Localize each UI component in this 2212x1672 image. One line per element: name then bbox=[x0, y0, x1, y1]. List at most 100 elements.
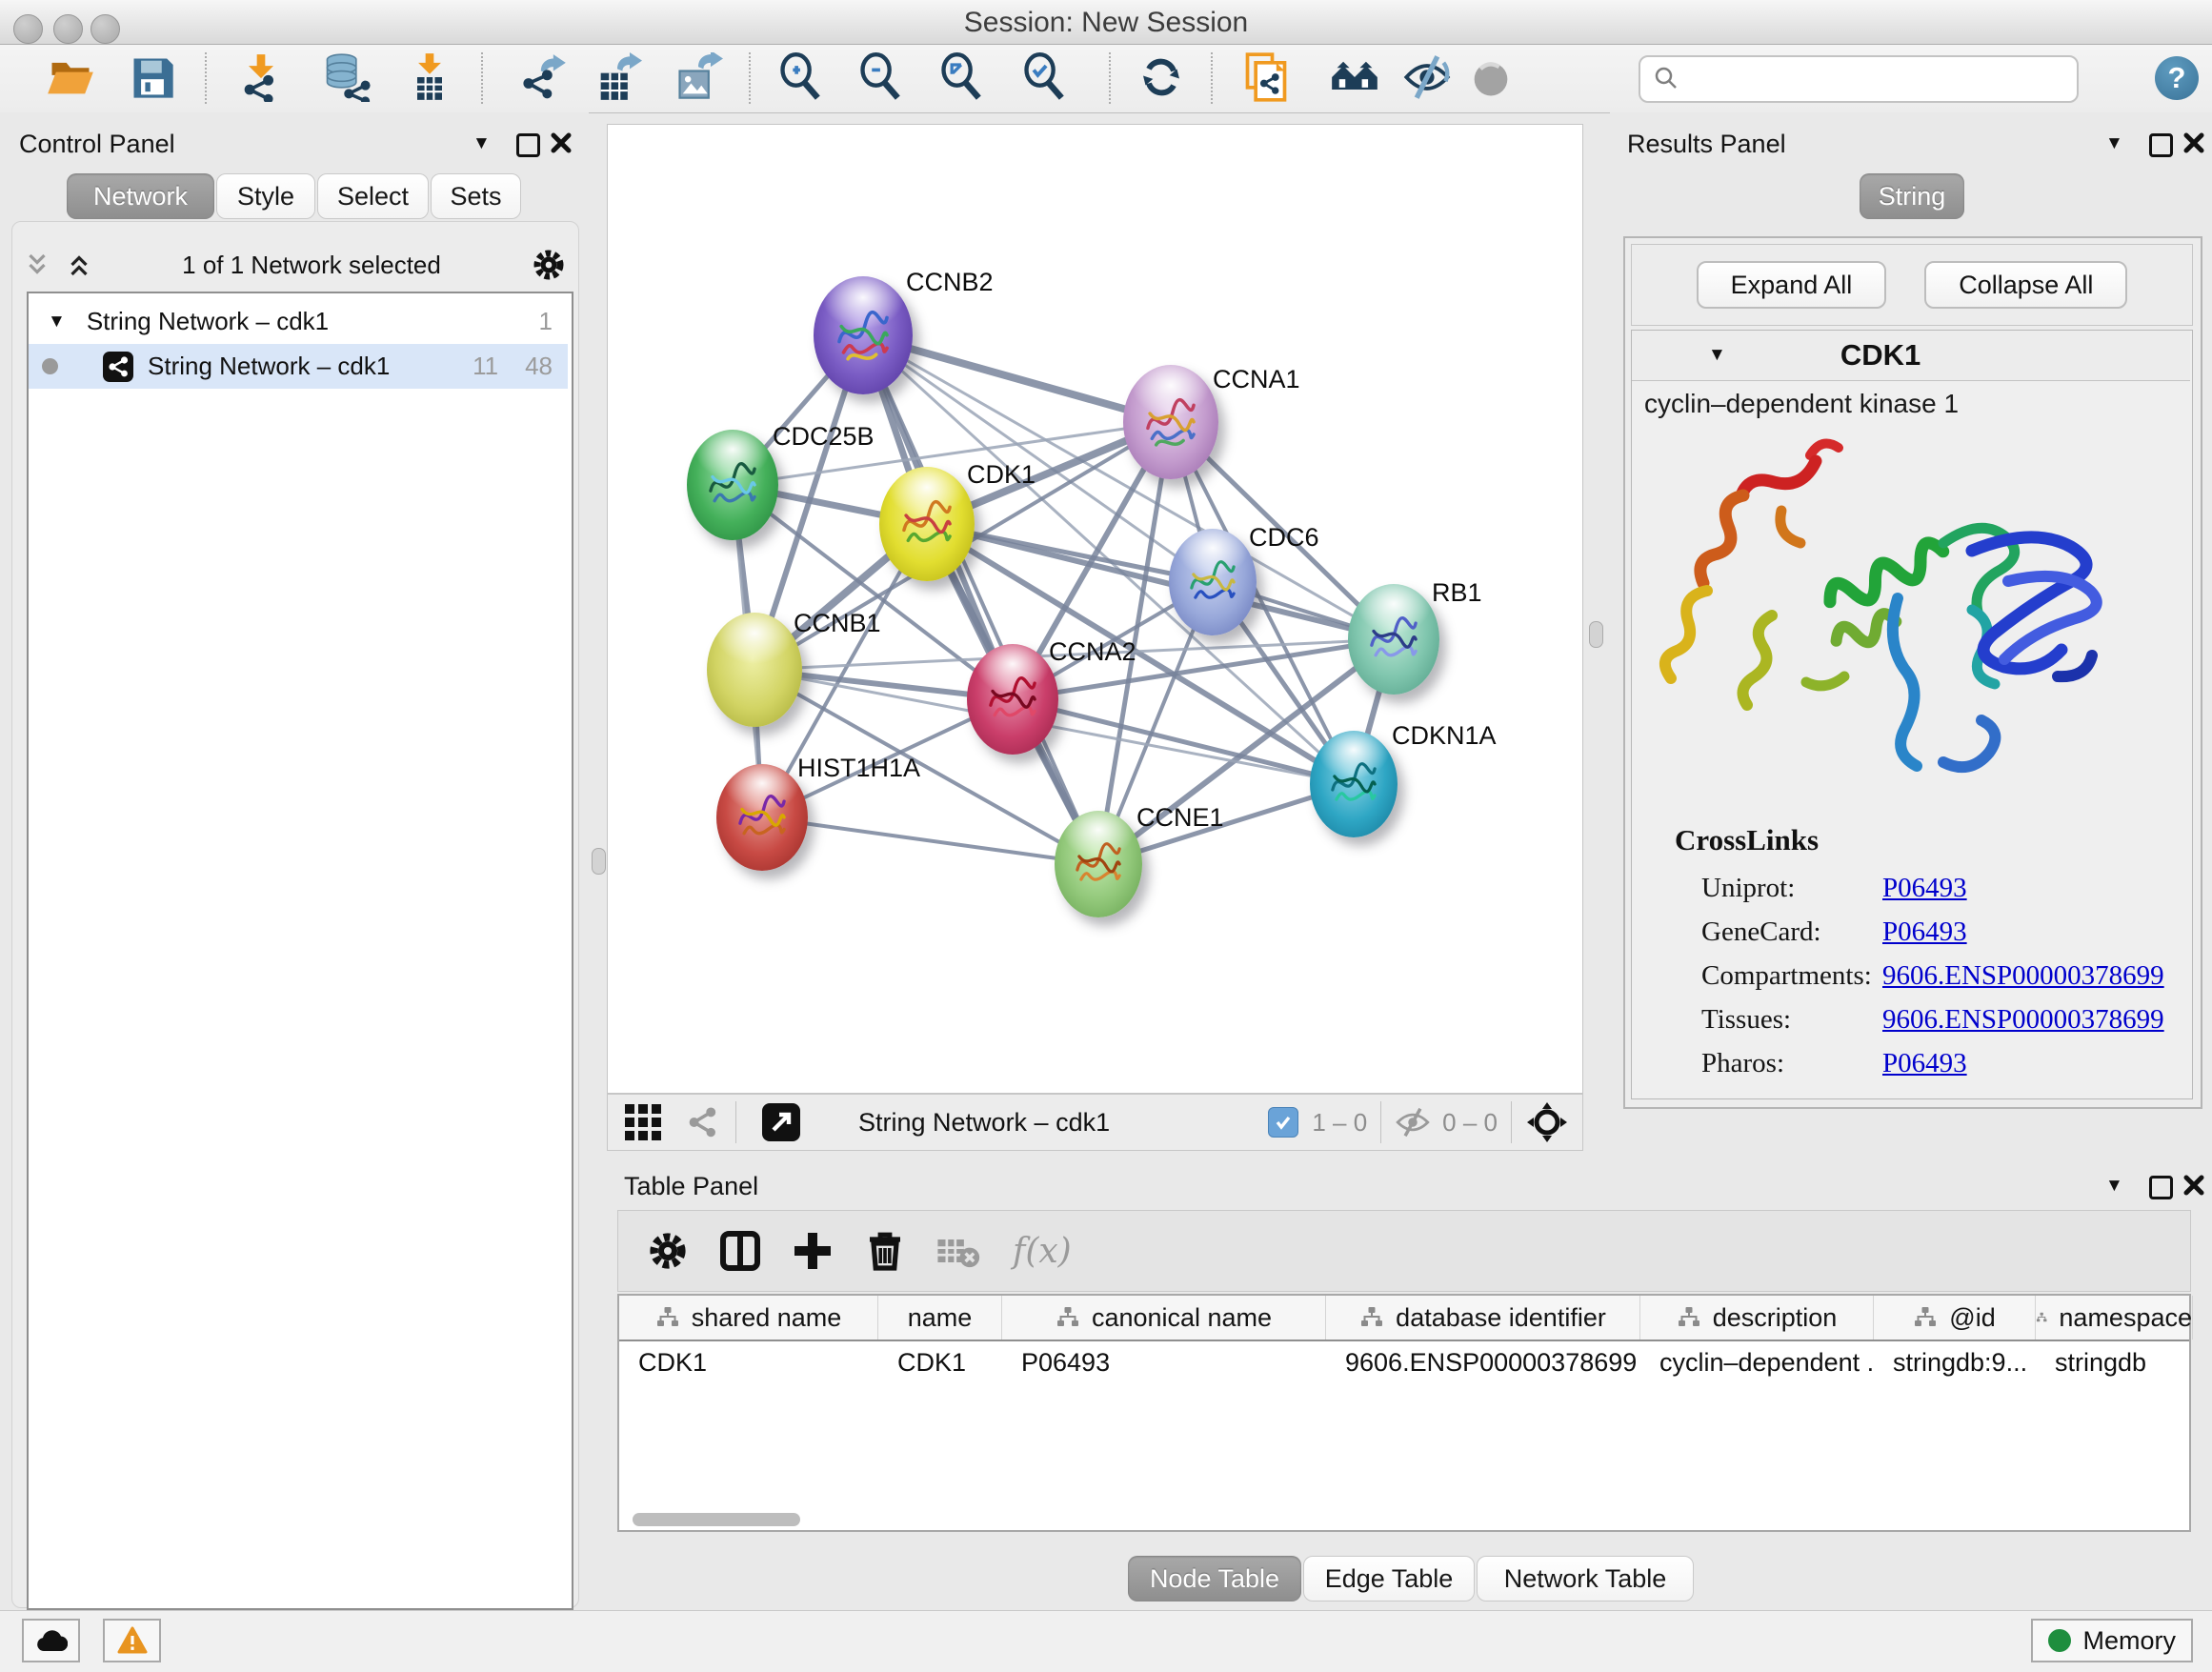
cell-namespace[interactable]: stringdb bbox=[2036, 1341, 2193, 1383]
cloud-button[interactable] bbox=[22, 1619, 80, 1662]
table-options-gear-icon[interactable] bbox=[645, 1228, 691, 1274]
cell-description[interactable]: cyclin–dependent ... bbox=[1640, 1341, 1874, 1383]
column-header-name[interactable]: name bbox=[878, 1296, 1002, 1340]
network-node-CDC25B[interactable] bbox=[687, 430, 778, 540]
panel-close-icon[interactable] bbox=[2182, 1174, 2205, 1197]
column-header-shared-name[interactable]: shared name bbox=[619, 1296, 878, 1340]
cell-name[interactable]: CDK1 bbox=[878, 1341, 1002, 1383]
tab-network-table[interactable]: Network Table bbox=[1477, 1556, 1694, 1601]
column-header-@id[interactable]: @id bbox=[1874, 1296, 2036, 1340]
warning-button[interactable] bbox=[103, 1619, 161, 1662]
tab-network[interactable]: Network bbox=[67, 173, 214, 219]
entry-collapse-icon[interactable]: ▼ bbox=[1708, 345, 1726, 366]
selected-nodes-checkbox[interactable] bbox=[1268, 1107, 1298, 1138]
right-splitter-handle[interactable] bbox=[1589, 621, 1603, 648]
cell-canonical-name[interactable]: P06493 bbox=[1002, 1341, 1326, 1383]
tab-node-table[interactable]: Node Table bbox=[1128, 1556, 1301, 1601]
left-splitter-handle[interactable] bbox=[592, 848, 606, 875]
help-button[interactable]: ? bbox=[2155, 56, 2199, 100]
tab-style[interactable]: Style bbox=[216, 173, 315, 219]
network-node-RB1[interactable] bbox=[1348, 584, 1439, 695]
zoom-out-icon[interactable] bbox=[856, 52, 906, 102]
crosslink-link[interactable]: P06493 bbox=[1882, 917, 1967, 948]
tab-string[interactable]: String bbox=[1860, 173, 1964, 219]
network-node-CCNA1[interactable] bbox=[1123, 365, 1218, 479]
panel-float-icon[interactable] bbox=[2149, 133, 2173, 157]
edge-cdk1-rb1[interactable] bbox=[927, 524, 1394, 639]
tab-select[interactable]: Select bbox=[317, 173, 429, 219]
crosslink-link[interactable]: P06493 bbox=[1882, 873, 1967, 904]
network-node-CCNB1[interactable] bbox=[707, 613, 802, 727]
panel-close-icon[interactable] bbox=[550, 131, 573, 154]
delete-table-icon[interactable] bbox=[935, 1228, 980, 1274]
zoom-in-icon[interactable] bbox=[776, 52, 826, 102]
panel-menu-caret-icon[interactable]: ▼ bbox=[2105, 1176, 2123, 1197]
network-options-gear-icon[interactable] bbox=[530, 246, 568, 284]
toolbar-separator bbox=[1109, 52, 1111, 104]
network-node-CCNA2[interactable] bbox=[967, 644, 1058, 755]
search-input[interactable] bbox=[1639, 55, 2079, 103]
open-session-icon[interactable] bbox=[46, 52, 95, 102]
panel-menu-caret-icon[interactable]: ▼ bbox=[2105, 133, 2123, 154]
tree-collapse-icon[interactable]: ▼ bbox=[48, 312, 66, 332]
column-header-canonical-name[interactable]: canonical name bbox=[1002, 1296, 1326, 1340]
network-node-CDC6[interactable] bbox=[1169, 529, 1257, 635]
zoom-fit-icon[interactable] bbox=[937, 52, 987, 102]
string-home-icon[interactable] bbox=[1330, 52, 1379, 102]
crosslink-link[interactable]: P06493 bbox=[1882, 1048, 1967, 1079]
panel-menu-caret-icon[interactable]: ▼ bbox=[473, 133, 491, 154]
show-columns-icon[interactable] bbox=[717, 1228, 763, 1274]
tab-sets[interactable]: Sets bbox=[431, 173, 521, 219]
expand-all-chevron-icon[interactable] bbox=[65, 251, 93, 279]
hide-selected-eye-slash-icon[interactable] bbox=[1402, 52, 1452, 102]
panel-float-icon[interactable] bbox=[516, 133, 540, 157]
network-node-CCNB2[interactable] bbox=[814, 276, 913, 394]
import-table-file-icon[interactable] bbox=[405, 52, 454, 102]
network-node-CDK1[interactable] bbox=[879, 467, 975, 581]
column-header-namespace[interactable]: namespace bbox=[2036, 1296, 2193, 1340]
open-in-window-icon[interactable] bbox=[761, 1102, 801, 1142]
network-share-icon[interactable] bbox=[684, 1103, 722, 1141]
tab-edge-table[interactable]: Edge Table bbox=[1303, 1556, 1475, 1601]
network-share-icon bbox=[102, 351, 134, 383]
network-node-HIST1H1A[interactable] bbox=[716, 764, 808, 871]
edge-ccnb2-ccne1[interactable] bbox=[863, 335, 1098, 864]
crosslink-link[interactable]: 9606.ENSP00000378699 bbox=[1882, 1004, 2164, 1036]
birdseye-grid-icon[interactable] bbox=[625, 1104, 661, 1140]
add-column-plus-icon[interactable] bbox=[790, 1228, 835, 1274]
network-collection-row[interactable]: ▼ String Network – cdk1 1 bbox=[29, 299, 568, 344]
collapse-all-chevron-icon[interactable] bbox=[23, 251, 51, 279]
export-table-icon[interactable] bbox=[593, 52, 642, 102]
panel-close-icon[interactable] bbox=[2182, 131, 2205, 154]
apply-layout-refresh-icon[interactable] bbox=[1136, 52, 1186, 102]
network-view-canvas[interactable]: CCNB2CCNA1CDC25BCDK1CDC6RB1CCNB1CCNA2CDK… bbox=[607, 124, 1583, 1094]
column-header-database-identifier[interactable]: database identifier bbox=[1326, 1296, 1640, 1340]
column-header-description[interactable]: description bbox=[1640, 1296, 1874, 1340]
cdk1-entry-header[interactable]: ▼ CDK1 bbox=[1632, 331, 2190, 381]
panel-float-icon[interactable] bbox=[2149, 1176, 2173, 1199]
zoom-selected-icon[interactable] bbox=[1020, 52, 1070, 102]
table-row[interactable]: CDK1CDK1P064939606.ENSP00000378699cyclin… bbox=[619, 1341, 2189, 1383]
cell-shared-name[interactable]: CDK1 bbox=[619, 1341, 878, 1383]
import-network-file-icon[interactable] bbox=[236, 52, 286, 102]
network-node-CCNE1[interactable] bbox=[1055, 811, 1142, 917]
clone-network-icon[interactable] bbox=[1241, 52, 1291, 102]
collapse-all-button[interactable]: Collapse All bbox=[1924, 261, 2127, 309]
memory-button[interactable]: Memory bbox=[2031, 1619, 2193, 1662]
function-builder-icon[interactable]: f(x) bbox=[1013, 1232, 1072, 1271]
crosslink-link[interactable]: 9606.ENSP00000378699 bbox=[1882, 960, 2164, 992]
delete-column-trash-icon[interactable] bbox=[862, 1228, 908, 1274]
navigate-crosshair-icon[interactable] bbox=[1525, 1100, 1569, 1144]
export-network-icon[interactable] bbox=[518, 52, 568, 102]
network-row-selected[interactable]: String Network – cdk1 11 48 bbox=[29, 344, 568, 389]
export-image-icon[interactable] bbox=[674, 52, 723, 102]
save-session-icon[interactable] bbox=[128, 52, 177, 102]
import-network-database-icon[interactable] bbox=[321, 52, 371, 102]
horizontal-scrollbar-thumb[interactable] bbox=[633, 1513, 800, 1526]
network-node-CDKN1A[interactable] bbox=[1310, 731, 1398, 837]
expand-all-button[interactable]: Expand All bbox=[1697, 261, 1887, 309]
cell-database-identifier[interactable]: 9606.ENSP00000378699 bbox=[1326, 1341, 1640, 1383]
cell-@id[interactable]: stringdb:9... bbox=[1874, 1341, 2036, 1383]
edge-hist1h1a-ccne1[interactable] bbox=[762, 817, 1098, 864]
show-all-eye-icon[interactable] bbox=[1466, 52, 1516, 102]
